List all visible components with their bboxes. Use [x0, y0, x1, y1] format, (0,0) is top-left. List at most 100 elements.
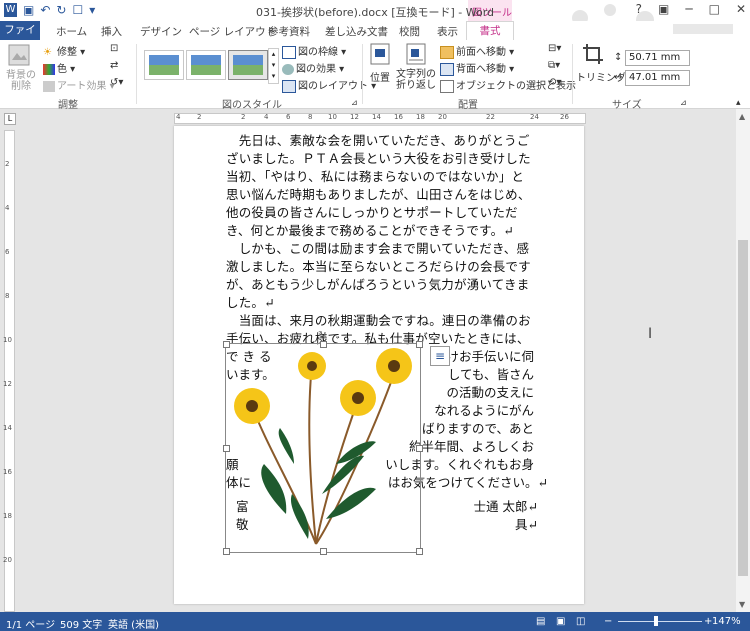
body-line[interactable]: した。↵ [226, 292, 275, 311]
corrections-button[interactable]: ☀ 修整 ▾ [43, 43, 85, 59]
wrap-right-line[interactable]: ばりますので、あと [422, 418, 534, 437]
layout-icon [282, 79, 296, 93]
zoom-level[interactable]: 147% [712, 616, 741, 627]
rotate-handle-icon[interactable]: ↻ [318, 330, 326, 341]
vertical-ruler-strip[interactable] [4, 130, 15, 612]
ruler-number: 8 [308, 113, 313, 121]
body-line[interactable]: が、あともう少しがんばろうという気力が湧いてきま [226, 274, 529, 293]
ribbon-options-icon[interactable]: ▣ [658, 2, 669, 16]
wrap-right-line[interactable]: なれるようにがん [434, 400, 534, 419]
change-picture-icon[interactable]: ⇄ [110, 60, 118, 71]
remove-background-button[interactable]: 背景の 削除 [4, 44, 36, 92]
word-count[interactable]: 509 文字 [60, 616, 102, 631]
zoom-slider-thumb[interactable] [654, 616, 658, 626]
position-button[interactable]: 位置 [366, 43, 394, 93]
resize-handle[interactable] [416, 445, 423, 452]
picture-style-2[interactable] [186, 50, 226, 80]
scrollbar-thumb[interactable] [738, 240, 748, 576]
body-line[interactable]: 他の役員の皆さんにしっかりとサポートしていただ [226, 202, 518, 221]
crop-button[interactable]: トリミング [576, 43, 626, 93]
closing-right[interactable]: 具↵ [515, 514, 538, 533]
picture-style-1[interactable] [144, 50, 184, 80]
send-backward-button[interactable]: 背面へ移動 ▾ [440, 60, 514, 76]
tab-review[interactable]: 校閲 [399, 24, 420, 39]
height-input[interactable]: 50.71 mm [625, 50, 690, 66]
wrap-right-line[interactable]: の活動の支えに [446, 382, 534, 401]
tab-home[interactable]: ホーム [56, 24, 87, 39]
maximize-icon[interactable]: □ [709, 2, 720, 16]
resize-handle[interactable] [223, 341, 230, 348]
group-icon[interactable]: ⧉▾ [548, 60, 560, 71]
scroll-up-icon[interactable]: ▲ [739, 112, 745, 121]
resize-handle[interactable] [223, 548, 230, 555]
tab-references[interactable]: 参考資料 [268, 24, 310, 39]
print-layout-icon[interactable]: ▣ [556, 616, 565, 627]
width-input[interactable]: 47.01 mm [625, 70, 690, 86]
picture-effects-button[interactable]: 図の効果 ▾ [282, 60, 344, 75]
scroll-down-icon[interactable]: ▼ [739, 600, 745, 609]
close-icon[interactable]: ✕ [736, 2, 746, 16]
body-line[interactable]: き、何とか最後まで務めることができそうです。↵ [226, 220, 514, 239]
style-preview [149, 55, 179, 75]
styles-dialog-launcher-icon[interactable]: ⊿ [351, 98, 358, 107]
layout-options-icon[interactable]: ≡ [430, 346, 450, 366]
bring-forward-button[interactable]: 前面へ移動 ▾ [440, 43, 514, 59]
read-mode-icon[interactable]: ▤ [536, 616, 545, 627]
tab-design[interactable]: デザイン [140, 24, 182, 39]
help-icon[interactable]: ? [636, 2, 642, 16]
position-icon [370, 43, 390, 65]
account-name[interactable] [673, 24, 733, 34]
tab-mailings[interactable]: 差し込み文書 [325, 24, 388, 39]
rotate-icon[interactable]: ⟲▾ [548, 77, 561, 88]
tab-insert[interactable]: 挿入 [101, 24, 122, 39]
color-button[interactable]: 色 ▾ [43, 60, 75, 75]
body-line[interactable]: ざいました。ＰＴＡ会長という大役をお引き受けした [226, 148, 531, 167]
resize-handle[interactable] [223, 445, 230, 452]
size-dialog-launcher-icon[interactable]: ⊿ [680, 98, 687, 107]
effects-icon [282, 63, 294, 75]
reset-picture-icon[interactable]: ↺▾ [110, 77, 123, 88]
tab-view[interactable]: 表示 [437, 24, 458, 39]
body-line[interactable]: 先日は、素敵な会を開いていただき、ありがとうご [226, 130, 530, 149]
wrap-right-line[interactable]: しても、皆さん [448, 364, 534, 383]
align-icon[interactable]: ⊟▾ [548, 43, 561, 54]
body-line[interactable]: 当初、「やはり、私には務まらないのではないか」と [226, 166, 524, 185]
styles-gallery-scroll[interactable]: ▴ ▾ ▾ [268, 48, 279, 84]
resize-handle[interactable] [416, 341, 423, 348]
zoom-out-icon[interactable]: − [604, 616, 612, 627]
tab-selector[interactable]: L [4, 113, 16, 125]
body-line[interactable]: しかも、この間は励ます会まで開いていただき、感 [226, 238, 529, 257]
artistic-label: アート効果 [57, 81, 107, 92]
height-icon: ↕ [614, 52, 623, 63]
ruler-number: 4 [5, 204, 10, 212]
picture-style-3[interactable] [228, 50, 268, 80]
tab-format[interactable]: 書式 [466, 21, 514, 41]
resize-handle[interactable] [320, 341, 327, 348]
body-line[interactable]: 当面は、来月の秋期運動会ですね。連日の準備のお [226, 310, 531, 329]
zoom-slider[interactable] [618, 621, 702, 622]
tab-file[interactable]: ファイル [0, 21, 40, 55]
collapse-ribbon-icon[interactable]: ▴ [736, 98, 741, 108]
minimize-icon[interactable]: ─ [685, 2, 692, 16]
resize-handle[interactable] [320, 548, 327, 555]
wrap-text-button[interactable]: 文字列の 折り返し [396, 43, 436, 93]
page-count[interactable]: 1/1 ページ [6, 616, 55, 631]
corrections-label: 修整 [57, 47, 77, 58]
artistic-effects-button[interactable]: アート効果 ▾ [43, 77, 115, 92]
ruler-number: 22 [486, 113, 495, 121]
body-line[interactable]: 激しました。本当に至らないところだらけの会長です [226, 256, 531, 275]
ruler-number: 12 [3, 380, 12, 388]
picture-border-button[interactable]: 図の枠線 ▾ [282, 43, 346, 59]
send-backward-icon [440, 62, 454, 76]
web-layout-icon[interactable]: ◫ [576, 616, 585, 627]
wrap-right-line[interactable]: 約半年間、よろしくお [409, 436, 534, 455]
selected-picture[interactable]: ↻ [223, 330, 423, 555]
body-line[interactable]: 思い悩んだ時期もありましたが、山田さんをはじめ、 [226, 184, 531, 203]
compress-pictures-icon[interactable]: ⊡ [110, 43, 118, 54]
closing-right[interactable]: 士通 太郎↵ [474, 496, 538, 515]
tab-page-layout[interactable]: ページ レイアウト [189, 24, 276, 39]
language[interactable]: 英語 (米国) [108, 616, 159, 631]
resize-handle[interactable] [416, 548, 423, 555]
ruler-number: 24 [530, 113, 539, 121]
remove-background-icon [8, 44, 30, 66]
